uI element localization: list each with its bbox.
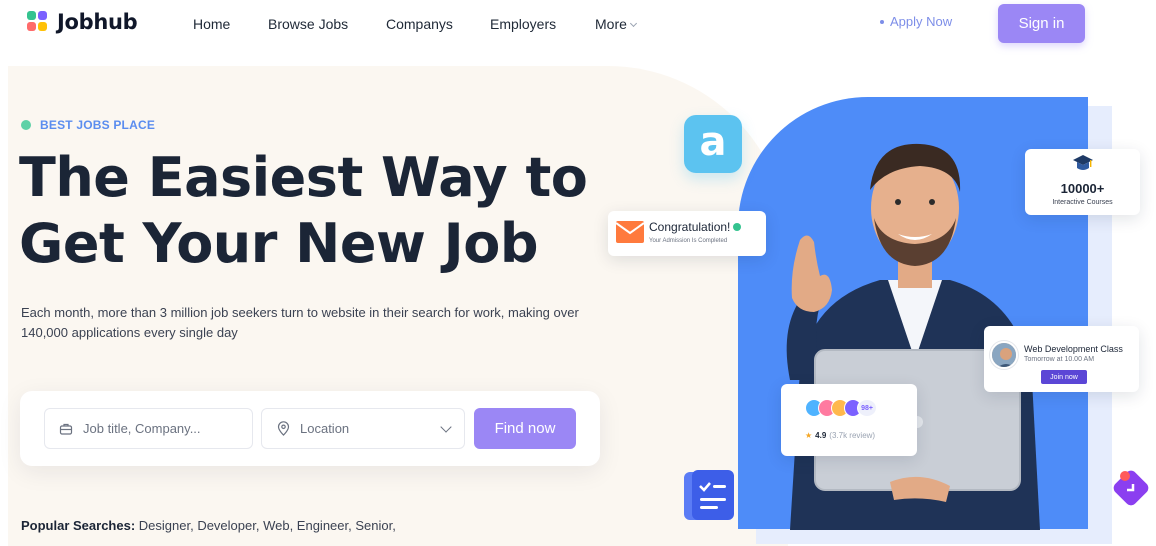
job-title-input[interactable]: Job title, Company... <box>44 408 253 449</box>
check-icon <box>733 223 742 231</box>
review-count: (3.7k review) <box>829 431 876 440</box>
location-select[interactable]: Location <box>261 408 465 449</box>
hero-headline: The Easiest Way to Get Your New Job <box>19 145 588 277</box>
nav-more[interactable]: More <box>595 16 637 32</box>
green-dot-icon <box>21 120 31 130</box>
nav-home[interactable]: Home <box>193 16 230 32</box>
courses-card: 10000+ Interactive Courses <box>1025 149 1140 215</box>
congrats-subtitle: Your Admission Is Completed <box>649 238 728 244</box>
graduation-cap-icon <box>1073 155 1093 170</box>
hero-description: Each month, more than 3 million job seek… <box>21 305 579 340</box>
brand-name: Jobhub <box>57 10 138 34</box>
chevron-down-icon <box>629 19 637 28</box>
rating: ★ 4.9 (3.7k review) <box>805 431 875 440</box>
congrats-title-text: Congratulation! <box>649 220 731 234</box>
location-pin-icon <box>277 421 290 436</box>
diamond-badge-icon <box>1113 470 1149 506</box>
star-icon: ★ <box>805 431 813 440</box>
logo-grid-icon <box>27 11 49 33</box>
sign-in-button[interactable]: Sign in <box>998 4 1085 43</box>
nav-companys[interactable]: Companys <box>386 16 453 32</box>
join-now-button[interactable]: Join now <box>1041 370 1087 384</box>
checklist-icon <box>684 470 734 520</box>
headline-line-1: The Easiest Way to <box>19 146 588 209</box>
reviewer-avatars: 98+ <box>805 399 877 417</box>
congrats-title: Congratulation! <box>649 220 742 234</box>
webdev-title: Web Development Class <box>1024 344 1123 354</box>
avatar <box>990 341 1018 369</box>
job-title-placeholder: Job title, Company... <box>83 421 201 436</box>
webdev-time: Tomorrow at 10.00 AM <box>1024 356 1095 363</box>
briefcase-icon <box>59 422 73 436</box>
nav-more-label: More <box>595 16 627 32</box>
web-dev-class-card: Web Development Class Tomorrow at 10.00 … <box>984 326 1139 392</box>
more-count-badge: 98+ <box>857 399 877 417</box>
nav-employers[interactable]: Employers <box>490 16 556 32</box>
find-now-button[interactable]: Find now <box>474 408 576 449</box>
apply-now-label: Apply Now <box>890 14 953 29</box>
reviews-card: 98+ ★ 4.9 (3.7k review) <box>781 384 917 456</box>
rating-value: 4.9 <box>815 431 827 440</box>
popular-terms[interactable]: Designer, Developer, Web, Engineer, Seni… <box>139 518 396 533</box>
nav-browse-jobs[interactable]: Browse Jobs <box>268 16 348 32</box>
envelope-icon <box>616 221 644 243</box>
courses-label: Interactive Courses <box>1052 199 1113 206</box>
congratulation-card: Congratulation! Your Admission Is Comple… <box>608 211 766 256</box>
popular-searches: Popular Searches: Designer, Developer, W… <box>21 518 396 533</box>
headline-line-2: Get Your New Job <box>19 212 539 275</box>
apply-now-link[interactable]: Apply Now <box>880 14 952 29</box>
app-a-icon: a <box>684 115 742 173</box>
search-card: Job title, Company... Location Find now <box>20 391 600 466</box>
dot-icon <box>880 19 884 24</box>
tagline-text: BEST JOBS PLACE <box>40 118 156 132</box>
chevron-down-icon <box>440 421 452 433</box>
brand-logo[interactable]: Jobhub <box>27 10 138 34</box>
top-header: Jobhub Home Browse Jobs Companys Employe… <box>0 0 1156 48</box>
hero-tagline: BEST JOBS PLACE <box>21 118 155 132</box>
courses-count: 10000+ <box>1060 181 1105 196</box>
location-placeholder: Location <box>300 421 350 436</box>
popular-label: Popular Searches: <box>21 518 136 533</box>
